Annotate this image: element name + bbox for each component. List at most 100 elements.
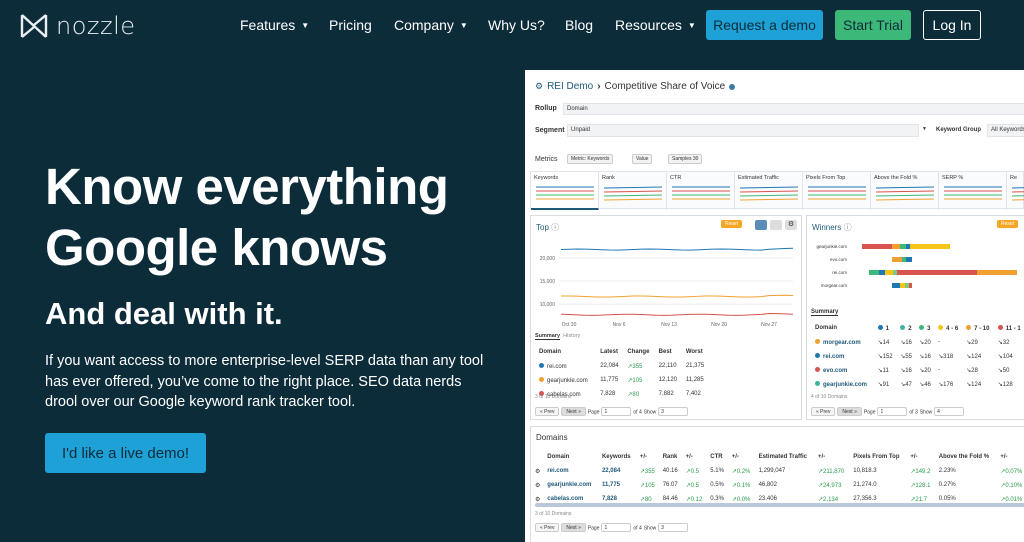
table-row[interactable]: ⚙ gearjunkie.com 11,775 ↗105 76.07 ↗0.5 0.5% ↗0… [533, 479, 1024, 491]
info-icon: ⓘ [843, 223, 852, 232]
kw-cell: 22,084 [601, 468, 621, 474]
table-row[interactable]: gearjunkie.com ↘91 ↘47 ↘46 ↘176 ↘124 ↘128 [813, 378, 1024, 390]
show-input[interactable]: 3 [658, 523, 689, 532]
bar-segment [906, 244, 910, 249]
page-input[interactable]: 1 [877, 407, 908, 416]
nav-blog[interactable]: Blog [565, 17, 593, 33]
table-row[interactable]: rei.com 22,084 ↗355 22,110 21,375 [537, 360, 709, 372]
domain-cell: gearjunkie.com [547, 482, 592, 488]
metric-tab[interactable]: Re [1007, 172, 1024, 210]
y-tick-label: 15,000 [540, 279, 556, 285]
bar-label: rei.com [832, 270, 847, 275]
rank-color-dot [938, 324, 944, 330]
nav-pricing[interactable]: Pricing [329, 17, 372, 33]
settings-icon[interactable]: ⚙ [533, 465, 543, 477]
bar-segment [892, 257, 902, 262]
top-title-text: Top [536, 223, 549, 232]
show-input[interactable]: 4 [934, 407, 965, 416]
table-row[interactable]: morgear.com ↘14 ↘16 ↘20 - ↘29 ↘32 [813, 336, 1024, 348]
next-label: Next [566, 409, 577, 415]
series-line-gearjunkie.com [560, 294, 794, 298]
tab-winners-summary[interactable]: Summary [811, 309, 839, 316]
table-header-row: Domain Latest Change Best Worst [537, 346, 709, 358]
ctr-cell: 5.1% [710, 468, 724, 474]
value-chip[interactable]: Value [632, 154, 653, 164]
rollup-select[interactable]: Domain [563, 103, 1024, 115]
table-row[interactable]: gearjunkie.com 11,775 ↗105 12,120 11,285 [537, 374, 709, 386]
live-demo-button[interactable]: I'd like a live demo! [45, 433, 206, 473]
next-button[interactable]: Next » [561, 407, 586, 416]
request-demo-button[interactable]: Request a demo [706, 10, 823, 40]
samples-chip[interactable]: Samples 30 [668, 154, 703, 164]
nav-resources[interactable]: Resources ▼ [615, 17, 696, 33]
tab-history[interactable]: History [563, 333, 580, 339]
app-preview-panel: ⚙ REI Demo › Competitive Share of Voice … [525, 70, 1024, 542]
reset-button[interactable]: Reset [721, 220, 743, 228]
next-button[interactable]: Next » [837, 407, 862, 416]
metric-tab[interactable]: Estimated Traffic [735, 172, 803, 210]
metric-chip[interactable]: Metric: Keywords [567, 154, 614, 164]
bar-segment [869, 270, 879, 275]
domain-cell: rei.com [547, 468, 569, 474]
metric-tab[interactable]: CTR [667, 172, 735, 210]
metric-tab[interactable]: Above the Fold % [871, 172, 939, 210]
settings-icon[interactable]: ⚙ [533, 479, 543, 491]
rank-color-dot [919, 324, 925, 330]
table-row[interactable]: rei.com ↘152 ↘55 ↘16 ↘318 ↘124 ↘104 [813, 350, 1024, 362]
top-title: Top ⓘ [536, 222, 559, 233]
page-input[interactable]: 1 [601, 407, 632, 416]
chart-bar-icon[interactable] [770, 220, 782, 230]
segment-label: Segment [535, 127, 565, 134]
breadcrumb-demo[interactable]: REI Demo [547, 81, 593, 92]
show-input[interactable]: 3 [658, 407, 689, 416]
x-tick-label: Nov 13 [661, 322, 677, 328]
domain-name: rei.com [823, 353, 845, 360]
domains-panel: Domains Domain Keywords +/- Rank +/- CTR +/- Es… [530, 426, 1024, 542]
top-tabs: Summary History [535, 333, 580, 340]
metric-tab[interactable]: Keywords [531, 172, 599, 210]
login-button[interactable]: Log In [923, 10, 981, 40]
rank-color-dot [900, 324, 906, 330]
domain-name: evo.com [823, 367, 848, 374]
nav-why-us[interactable]: Why Us? [488, 17, 545, 33]
column-header: Domain [539, 349, 562, 355]
domains-table: Domain Keywords +/- Rank +/- CTR +/- Estimated … [531, 449, 1024, 507]
rank-count-cell: ↘318 [938, 353, 954, 360]
tab-summary[interactable]: Summary [535, 333, 561, 340]
metric-tab[interactable]: Rank [599, 172, 667, 210]
column-header: +/- [731, 454, 739, 460]
horizontal-scrollbar[interactable] [535, 503, 1024, 507]
chevron-down-icon: ▼ [922, 126, 927, 132]
change-cell: ↗105 [627, 377, 643, 384]
rank-cell: 40.16 [662, 468, 678, 474]
logo[interactable]: nozzle [20, 12, 136, 40]
chart-line-icon[interactable] [755, 220, 767, 230]
series-color-dot [815, 338, 820, 344]
column-header [533, 451, 543, 463]
worst-cell: 11,285 [685, 377, 704, 383]
reset-label: Reset [997, 220, 1019, 228]
nav-features[interactable]: Features ▼ [240, 17, 309, 33]
table-row[interactable]: evo.com ↘11 ↘16 ↘20 - ↘28 ↘50 [813, 364, 1024, 376]
prev-button[interactable]: « Prev [535, 407, 560, 416]
settings-icon[interactable]: ⚙ [785, 220, 797, 230]
page-input[interactable]: 1 [601, 523, 632, 532]
keyword-group-select[interactable]: All Keywords [987, 124, 1024, 137]
rank-count-cell: ↘28 [966, 367, 978, 374]
rank-count-cell: ↘55 [900, 353, 912, 360]
prev-button[interactable]: « Prev [811, 407, 836, 416]
reset-button[interactable]: Reset [997, 220, 1019, 228]
next-button[interactable]: Next » [561, 523, 586, 532]
start-trial-button[interactable]: Start Trial [835, 10, 911, 40]
hero-title: Know everything Google knows [45, 156, 505, 278]
segment-select[interactable]: Unpaid [567, 124, 919, 137]
table-row[interactable]: ⚙ rei.com 22,084 ↗355 40.16 ↗0.5 5.1% ↗0.2% 1,29… [533, 465, 1024, 477]
metric-tab[interactable]: Pixels From Top [803, 172, 871, 210]
prev-button[interactable]: « Prev [535, 523, 560, 532]
sparkline [1011, 187, 1024, 201]
rank-count-cell: ↘14 [877, 339, 890, 346]
metric-tab[interactable]: SERP % [939, 172, 1007, 210]
bar-segment [893, 270, 897, 275]
page-of-label: of 4 [633, 525, 642, 532]
nav-company[interactable]: Company ▼ [394, 17, 468, 33]
